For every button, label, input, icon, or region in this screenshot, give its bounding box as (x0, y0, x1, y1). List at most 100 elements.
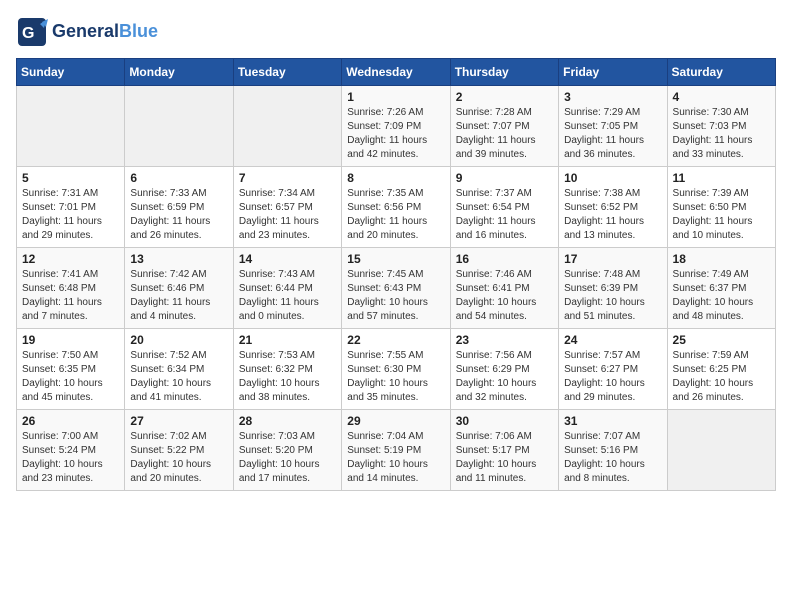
day-number: 18 (673, 252, 770, 266)
calendar-cell: 27 Sunrise: 7:02 AM Sunset: 5:22 PM Dayli… (125, 410, 233, 491)
day-info: Sunrise: 7:31 AM Sunset: 7:01 PM Dayligh… (22, 187, 119, 243)
day-info: Sunrise: 7:53 AM Sunset: 6:32 PM Dayligh… (239, 349, 336, 405)
calendar-cell (233, 86, 341, 167)
day-info: Sunrise: 7:43 AM Sunset: 6:44 PM Dayligh… (239, 268, 336, 324)
day-number: 8 (347, 171, 444, 185)
day-number: 7 (239, 171, 336, 185)
weekday-header: Friday (559, 59, 667, 86)
day-number: 15 (347, 252, 444, 266)
calendar-cell: 26 Sunrise: 7:00 AM Sunset: 5:24 PM Dayli… (17, 410, 125, 491)
calendar-cell: 16Sunrise: 7:46 AM Sunset: 6:41 PM Dayli… (450, 248, 558, 329)
calendar-cell: 13 Sunrise: 7:42 AM Sunset: 6:46 PM Dayli… (125, 248, 233, 329)
calendar-cell: 7 Sunrise: 7:34 AM Sunset: 6:57 PM Daylig… (233, 167, 341, 248)
day-info: Sunrise: 7:04 AM Sunset: 5:19 PM Dayligh… (347, 430, 444, 486)
day-number: 23 (456, 333, 553, 347)
calendar-cell: 8 Sunrise: 7:35 AM Sunset: 6:56 PM Daylig… (342, 167, 450, 248)
day-info: Sunrise: 7:28 AM Sunset: 7:07 PM Dayligh… (456, 106, 553, 162)
calendar-table: SundayMondayTuesdayWednesdayThursdayFrid… (16, 58, 776, 491)
weekday-header: Wednesday (342, 59, 450, 86)
calendar-cell: 15 Sunrise: 7:45 AM Sunset: 6:43 PM Dayli… (342, 248, 450, 329)
calendar-cell: 29Sunrise: 7:04 AM Sunset: 5:19 PM Dayli… (342, 410, 450, 491)
logo: G GeneralBlue (16, 16, 158, 48)
day-number: 3 (564, 90, 661, 104)
weekday-header: Saturday (667, 59, 775, 86)
calendar-cell: 12Sunrise: 7:41 AM Sunset: 6:48 PM Dayli… (17, 248, 125, 329)
day-number: 11 (673, 171, 770, 185)
day-info: Sunrise: 7:39 AM Sunset: 6:50 PM Dayligh… (673, 187, 770, 243)
day-info: Sunrise: 7:52 AM Sunset: 6:34 PM Dayligh… (130, 349, 227, 405)
calendar-cell: 23 Sunrise: 7:56 AM Sunset: 6:29 PM Dayli… (450, 329, 558, 410)
day-info: Sunrise: 7:03 AM Sunset: 5:20 PM Dayligh… (239, 430, 336, 486)
calendar-cell (17, 86, 125, 167)
calendar-cell: 30Sunrise: 7:06 AM Sunset: 5:17 PM Dayli… (450, 410, 558, 491)
day-number: 30 (456, 414, 553, 428)
day-info: Sunrise: 7:56 AM Sunset: 6:29 PM Dayligh… (456, 349, 553, 405)
day-number: 5 (22, 171, 119, 185)
day-number: 13 (130, 252, 227, 266)
day-number: 28 (239, 414, 336, 428)
day-info: Sunrise: 7:42 AM Sunset: 6:46 PM Dayligh… (130, 268, 227, 324)
day-info: Sunrise: 7:59 AM Sunset: 6:25 PM Dayligh… (673, 349, 770, 405)
page-header: G GeneralBlue (16, 16, 776, 48)
calendar-cell: 31Sunrise: 7:07 AM Sunset: 5:16 PM Dayli… (559, 410, 667, 491)
day-info: Sunrise: 7:29 AM Sunset: 7:05 PM Dayligh… (564, 106, 661, 162)
day-info: Sunrise: 7:48 AM Sunset: 6:39 PM Dayligh… (564, 268, 661, 324)
day-number: 24 (564, 333, 661, 347)
calendar-cell: 9 Sunrise: 7:37 AM Sunset: 6:54 PM Daylig… (450, 167, 558, 248)
calendar-week-row: 1Sunrise: 7:26 AM Sunset: 7:09 PM Daylig… (17, 86, 776, 167)
calendar-cell: 18Sunrise: 7:49 AM Sunset: 6:37 PM Dayli… (667, 248, 775, 329)
calendar-cell (667, 410, 775, 491)
logo-blue: Blue (119, 21, 158, 41)
calendar-cell: 6 Sunrise: 7:33 AM Sunset: 6:59 PM Daylig… (125, 167, 233, 248)
day-info: Sunrise: 7:02 AM Sunset: 5:22 PM Dayligh… (130, 430, 227, 486)
svg-text:G: G (22, 25, 34, 42)
calendar-cell: 11 Sunrise: 7:39 AM Sunset: 6:50 PM Dayli… (667, 167, 775, 248)
calendar-cell: 25 Sunrise: 7:59 AM Sunset: 6:25 PM Dayli… (667, 329, 775, 410)
day-info: Sunrise: 7:34 AM Sunset: 6:57 PM Dayligh… (239, 187, 336, 243)
weekday-header: Sunday (17, 59, 125, 86)
day-number: 31 (564, 414, 661, 428)
calendar-week-row: 12Sunrise: 7:41 AM Sunset: 6:48 PM Dayli… (17, 248, 776, 329)
day-number: 1 (347, 90, 444, 104)
day-number: 21 (239, 333, 336, 347)
calendar-cell: 19 Sunrise: 7:50 AM Sunset: 6:35 PM Dayli… (17, 329, 125, 410)
calendar-cell: 21 Sunrise: 7:53 AM Sunset: 6:32 PM Dayli… (233, 329, 341, 410)
day-info: Sunrise: 7:50 AM Sunset: 6:35 PM Dayligh… (22, 349, 119, 405)
calendar-cell: 1Sunrise: 7:26 AM Sunset: 7:09 PM Daylig… (342, 86, 450, 167)
day-info: Sunrise: 7:38 AM Sunset: 6:52 PM Dayligh… (564, 187, 661, 243)
day-number: 19 (22, 333, 119, 347)
calendar-week-row: 5 Sunrise: 7:31 AM Sunset: 7:01 PM Daylig… (17, 167, 776, 248)
day-number: 14 (239, 252, 336, 266)
calendar-cell: 3 Sunrise: 7:29 AM Sunset: 7:05 PM Daylig… (559, 86, 667, 167)
day-info: Sunrise: 7:55 AM Sunset: 6:30 PM Dayligh… (347, 349, 444, 405)
day-number: 27 (130, 414, 227, 428)
calendar-week-row: 19 Sunrise: 7:50 AM Sunset: 6:35 PM Dayli… (17, 329, 776, 410)
day-number: 17 (564, 252, 661, 266)
day-info: Sunrise: 7:33 AM Sunset: 6:59 PM Dayligh… (130, 187, 227, 243)
day-number: 2 (456, 90, 553, 104)
day-number: 6 (130, 171, 227, 185)
day-number: 25 (673, 333, 770, 347)
calendar-cell: 17 Sunrise: 7:48 AM Sunset: 6:39 PM Dayli… (559, 248, 667, 329)
day-info: Sunrise: 7:46 AM Sunset: 6:41 PM Dayligh… (456, 268, 553, 324)
calendar-header-row: SundayMondayTuesdayWednesdayThursdayFrid… (17, 59, 776, 86)
day-info: Sunrise: 7:45 AM Sunset: 6:43 PM Dayligh… (347, 268, 444, 324)
day-number: 26 (22, 414, 119, 428)
day-info: Sunrise: 7:00 AM Sunset: 5:24 PM Dayligh… (22, 430, 119, 486)
day-number: 4 (673, 90, 770, 104)
day-info: Sunrise: 7:37 AM Sunset: 6:54 PM Dayligh… (456, 187, 553, 243)
logo-general: General (52, 21, 119, 41)
calendar-cell: 2 Sunrise: 7:28 AM Sunset: 7:07 PM Daylig… (450, 86, 558, 167)
calendar-cell: 5 Sunrise: 7:31 AM Sunset: 7:01 PM Daylig… (17, 167, 125, 248)
calendar-cell: 22 Sunrise: 7:55 AM Sunset: 6:30 PM Dayli… (342, 329, 450, 410)
day-info: Sunrise: 7:35 AM Sunset: 6:56 PM Dayligh… (347, 187, 444, 243)
day-number: 9 (456, 171, 553, 185)
calendar-cell: 4Sunrise: 7:30 AM Sunset: 7:03 PM Daylig… (667, 86, 775, 167)
calendar-week-row: 26 Sunrise: 7:00 AM Sunset: 5:24 PM Dayli… (17, 410, 776, 491)
weekday-header: Monday (125, 59, 233, 86)
weekday-header: Tuesday (233, 59, 341, 86)
calendar-cell: 10Sunrise: 7:38 AM Sunset: 6:52 PM Dayli… (559, 167, 667, 248)
day-number: 22 (347, 333, 444, 347)
day-info: Sunrise: 7:41 AM Sunset: 6:48 PM Dayligh… (22, 268, 119, 324)
day-info: Sunrise: 7:57 AM Sunset: 6:27 PM Dayligh… (564, 349, 661, 405)
